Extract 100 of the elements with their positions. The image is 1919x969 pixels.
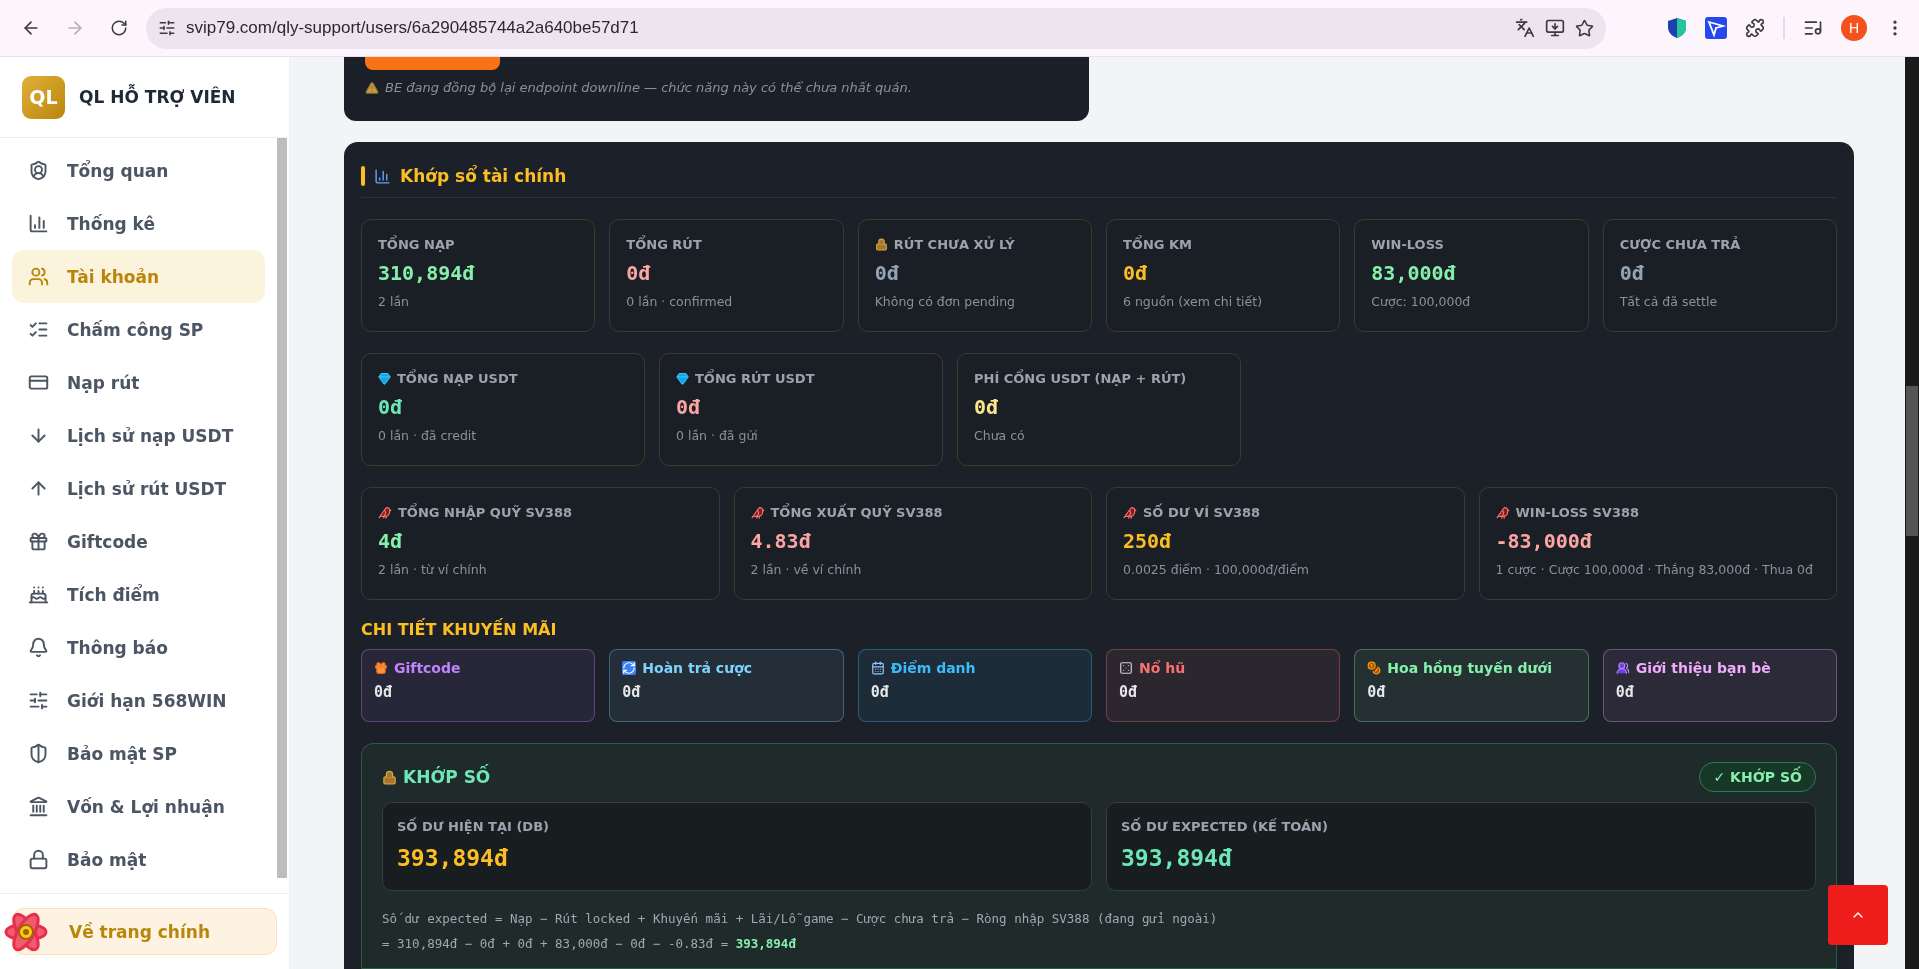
stat-note: 0 lần · confirmed	[626, 294, 734, 309]
stat-value: 4đ	[378, 529, 404, 553]
bar-chart-icon	[28, 213, 49, 234]
url-text: svip79.com/qly-support/users/6a290485744a2a640be57d71	[186, 18, 640, 38]
balance-value: 393,894đ	[397, 845, 509, 871]
stat-label: TỔNG KM	[1123, 237, 1192, 252]
stat-note: 0.0025 điểm · 100,000đ/điểm	[1123, 562, 1311, 577]
sidebar-item[interactable]: Lịch sử rút USDT	[12, 462, 265, 515]
sidebar-item[interactable]: Bảo mật SP	[12, 727, 265, 780]
gift-icon	[28, 531, 49, 552]
translate-icon[interactable]	[1515, 18, 1535, 38]
calculation-text: = 310,894đ − 0đ + 0đ + 83,000đ − 0đ − -0.83đ = 393,894đ	[382, 935, 797, 953]
credit-card-icon	[28, 372, 49, 393]
sidebar-item[interactable]: Thống kê	[12, 197, 265, 250]
shield-user-icon	[28, 160, 49, 181]
stat-note: 0 lần · đã credit	[378, 428, 478, 443]
balance-value: 393,894đ	[1121, 845, 1233, 871]
stat-label: TỔNG RÚT	[626, 237, 702, 252]
formula-text: Số dư expected = Nạp − Rút locked + Khuyến mãi + Lãi/Lỗ game − Cược chưa trả − Ròng nhập SV388 (đang gửi ngoài)	[382, 910, 1219, 928]
promo-label: Giới thiệu bạn bè	[1635, 660, 1771, 676]
promo-value: 0đ	[870, 683, 890, 701]
promo-label: Giftcode	[394, 660, 461, 676]
warning-icon	[365, 80, 379, 95]
stat-note: Cược: 100,000đ	[1371, 294, 1472, 309]
stat-label: TỔNG XUẤT QUỸ SV388	[770, 505, 943, 520]
calendar-icon	[870, 661, 885, 675]
promo-value: 0đ	[1367, 683, 1387, 701]
stat-label: TỔNG RÚT USDT	[695, 371, 815, 386]
sliders-icon	[28, 690, 49, 711]
sidebar-item[interactable]: Vốn & Lợi nhuận	[12, 780, 265, 833]
stat-note: Không có đơn pending	[874, 294, 1017, 309]
sidebar-item[interactable]: Tổng quan	[12, 144, 265, 197]
lock-icon	[28, 849, 49, 870]
promo-label: Hoàn trả cược	[642, 660, 753, 676]
stat-note: 0 lần · đã gửi	[676, 428, 759, 443]
stat-value: 0đ	[974, 395, 1000, 419]
lock-icon	[874, 238, 888, 251]
site-info-icon[interactable]	[158, 19, 176, 37]
stat-note: Chưa có	[974, 428, 1026, 443]
stat-label: SỐ DƯ VÍ SV388	[1143, 505, 1261, 520]
section-title: CHI TIẾT KHUYẾN MÃI	[361, 620, 558, 639]
sidebar-item[interactable]: Giftcode	[12, 515, 265, 568]
scrollbar-thumb[interactable]	[277, 138, 287, 878]
balance-label: SỐ DƯ HIỆN TẠI (DB)	[397, 819, 549, 834]
panel-title: Khớp sổ tài chính	[400, 166, 567, 186]
flower-logo-icon[interactable]	[4, 910, 48, 954]
paper-plane-extension-icon[interactable]	[1705, 17, 1727, 39]
refresh-icon	[622, 661, 637, 675]
balance-label: SỐ DƯ EXPECTED (KẾ TOÁN)	[1121, 819, 1328, 834]
stat-note: 2 lần	[378, 294, 410, 309]
gift-icon	[374, 661, 388, 675]
stat-note: 2 lần · từ ví chính	[378, 562, 488, 577]
stat-note: 1 cược · Cược 100,000đ · Thắng 83,000đ · Thua 0đ	[1495, 562, 1814, 577]
arrow-down-icon	[28, 425, 49, 446]
brand-logo: QL	[22, 75, 65, 119]
install-icon[interactable]	[1545, 18, 1565, 38]
sidebar-item[interactable]: Chấm công SP	[12, 303, 265, 356]
bird-icon	[378, 505, 392, 520]
promo-label: Điểm danh	[890, 660, 976, 676]
gem-icon	[676, 372, 689, 385]
stat-value: 0đ	[378, 395, 404, 419]
stat-value: 0đ	[676, 395, 702, 419]
stat-value: 250đ	[1123, 529, 1173, 553]
promo-value: 0đ	[1119, 683, 1139, 701]
stat-value: 4.83đ	[750, 529, 812, 553]
cake-icon	[28, 584, 49, 605]
promo-value: 0đ	[1615, 683, 1635, 701]
stat-note: Tất cả đã settle	[1619, 294, 1719, 309]
stat-value: 310,894đ	[378, 261, 476, 285]
sidebar-item[interactable]: Giới hạn 568WIN	[12, 674, 265, 727]
bar-chart-icon	[374, 167, 391, 185]
promo-value: 0đ	[622, 683, 642, 701]
scrollbar-thumb[interactable]	[1906, 386, 1918, 536]
bird-icon	[1495, 505, 1510, 520]
promo-label: Hoa hồng tuyến dưới	[1387, 660, 1552, 676]
bookmark-star-icon[interactable]	[1575, 18, 1594, 38]
stat-label: WIN-LOSS SV388	[1515, 505, 1640, 520]
users-icon	[28, 266, 49, 287]
notice-text: BE đang đồng bộ lại endpoint downline — chức năng này có thể chưa nhất quán.	[385, 80, 912, 95]
media-icon[interactable]	[1803, 18, 1823, 38]
stat-note: 6 nguồn (xem chi tiết)	[1123, 294, 1264, 309]
gem-icon	[378, 372, 391, 385]
sidebar-item[interactable]: Nạp rút	[12, 356, 265, 409]
bird-icon	[750, 505, 765, 520]
extensions-icon[interactable]	[1745, 18, 1765, 38]
shield-extension-icon[interactable]	[1667, 17, 1687, 39]
sidebar-item[interactable]: Bảo mật	[12, 833, 265, 886]
people-icon	[1615, 661, 1630, 675]
address-bar[interactable]: svip79.com/qly-support/users/6a290485744a2a640be57d71	[146, 7, 1606, 49]
sidebar-item[interactable]: Tích điểm	[12, 568, 265, 621]
stat-label: CƯỢC CHƯA TRẢ	[1619, 237, 1741, 252]
stat-note: 2 lần · về ví chính	[750, 562, 863, 577]
stat-value: 0đ	[626, 261, 652, 285]
sidebar-item[interactable]: Lịch sử nạp USDT	[12, 409, 265, 462]
stat-value: 0đ	[874, 261, 900, 285]
shield-icon	[28, 743, 49, 764]
stat-value: 0đ	[1123, 261, 1149, 285]
promo-label: Nổ hũ	[1139, 660, 1186, 676]
sidebar-item[interactable]: Thông báo	[12, 621, 265, 674]
stat-label: PHÍ CỔNG USDT (NẠP + RÚT)	[974, 371, 1187, 386]
